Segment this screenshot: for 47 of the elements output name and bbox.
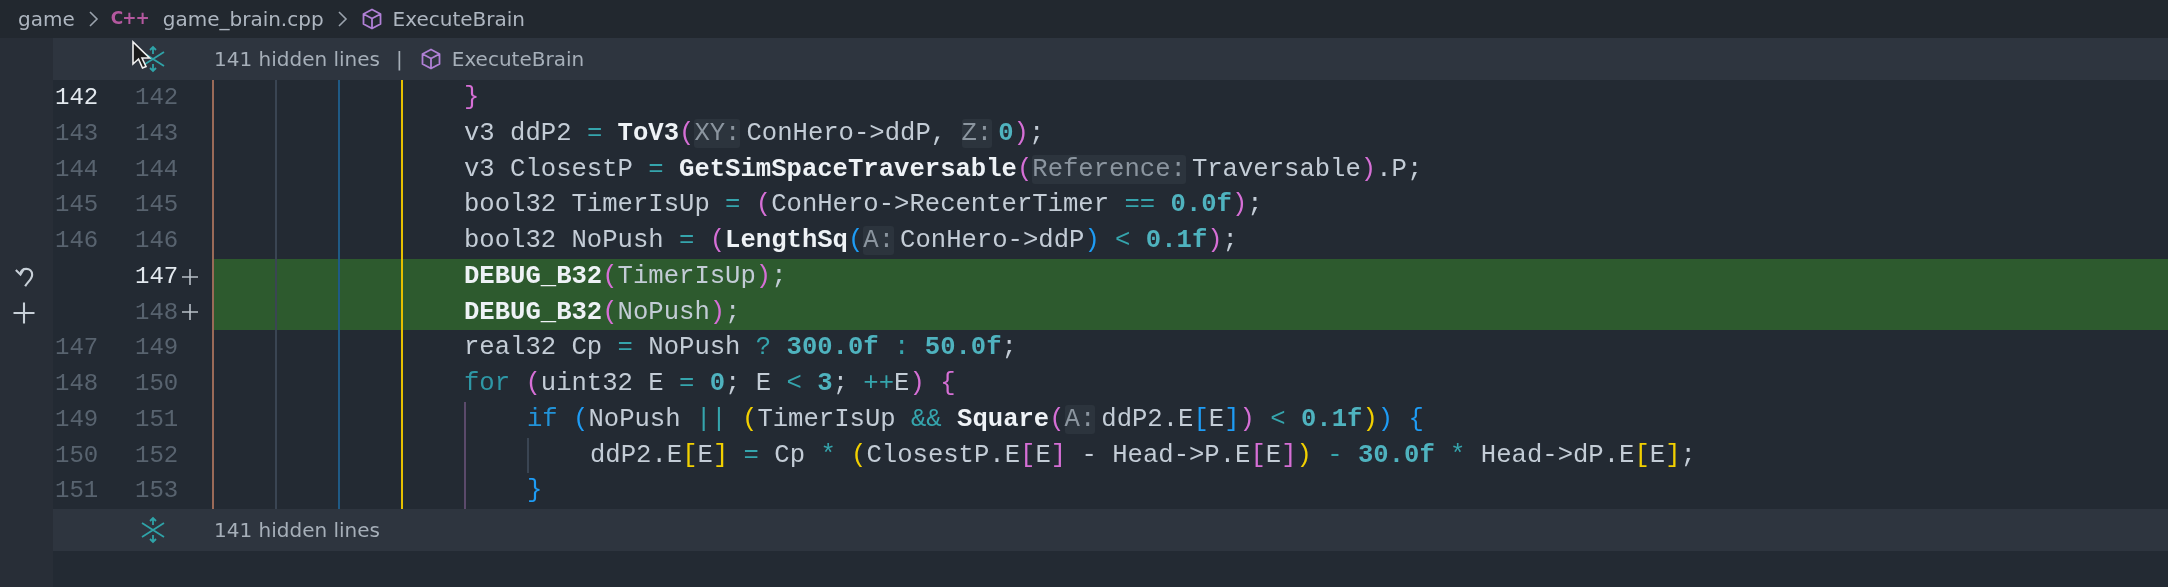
breadcrumb-item[interactable]: game_brain.cpp bbox=[162, 4, 324, 34]
line-number: 144 bbox=[135, 154, 179, 185]
hidden-lines-link[interactable]: 141 hidden lines bbox=[214, 44, 380, 74]
line-number: 149 bbox=[135, 333, 179, 364]
code-line: real32 Cp = NoPush ? 300.0f : 50.0f; bbox=[464, 332, 1017, 365]
chevron-icon bbox=[86, 10, 99, 28]
code-line: } bbox=[527, 475, 543, 508]
separator: | bbox=[396, 46, 403, 73]
line-number: 143 bbox=[135, 118, 179, 149]
code-line: v3 ddP2 = ToV3(XY: ConHero->ddP, Z: 0); bbox=[464, 117, 1045, 150]
line-number: 148 bbox=[55, 370, 99, 397]
line-number: 151 bbox=[135, 404, 179, 435]
line-number: 145 bbox=[55, 191, 99, 219]
code-line: ddP2.E[E] = Cp * (ClosestP.E[E] - Head->P.E[E]) - 30.0f * Head->dP.E[E]; bbox=[590, 439, 1696, 472]
line-number: 142 bbox=[55, 84, 99, 111]
line-number: 147 bbox=[135, 261, 179, 292]
line-number: 150 bbox=[55, 441, 99, 469]
chevron-icon bbox=[335, 10, 348, 28]
code-line: bool32 TimerIsUp = (ConHero->RecenterTimer == 0.0f); bbox=[464, 189, 1263, 222]
code-line: if (NoPush || (TimerIsUp && Square(A: ddP2.E[E]) < 0.1f)) { bbox=[527, 403, 1424, 436]
line-number: 151 bbox=[55, 477, 99, 505]
line-number: 143 bbox=[55, 119, 99, 147]
breadcrumb-item[interactable]: game bbox=[18, 4, 75, 34]
mouse-pointer-icon bbox=[131, 40, 153, 70]
code-line: DEBUG_B32(NoPush); bbox=[464, 296, 741, 329]
line-number: 150 bbox=[135, 369, 179, 399]
language-icon: C++ bbox=[110, 6, 149, 32]
plus-icon bbox=[180, 302, 201, 323]
line-number: 148 bbox=[135, 297, 179, 328]
line-number: 147 bbox=[55, 334, 99, 362]
line-number: 152 bbox=[135, 440, 179, 471]
line-number: 144 bbox=[55, 155, 99, 183]
line-number: 146 bbox=[55, 227, 99, 254]
code-line: v3 ClosestP = GetSimSpaceTraversable(Reference: Traversable).P; bbox=[464, 153, 1423, 186]
code-line: bool32 NoPush = (LengthSq(A: ConHero->ddP) < 0.1f); bbox=[464, 225, 1238, 257]
line-number: 146 bbox=[135, 226, 179, 256]
line-number: 145 bbox=[135, 190, 179, 221]
hidden-lines-link[interactable]: 141 hidden lines bbox=[214, 515, 380, 545]
line-number: 142 bbox=[135, 83, 179, 113]
code-line: DEBUG_B32(TimerIsUp); bbox=[464, 260, 787, 293]
line-number: 149 bbox=[55, 405, 99, 433]
breadcrumb-item[interactable]: ExecuteBrain bbox=[392, 4, 526, 34]
code-line: } bbox=[464, 82, 480, 114]
plus-icon bbox=[180, 266, 201, 287]
symbol-name: ExecuteBrain bbox=[451, 46, 585, 73]
line-number: 153 bbox=[135, 476, 179, 507]
code-line: for (uint32 E = 0; E < 3; ++E) { bbox=[464, 368, 956, 400]
